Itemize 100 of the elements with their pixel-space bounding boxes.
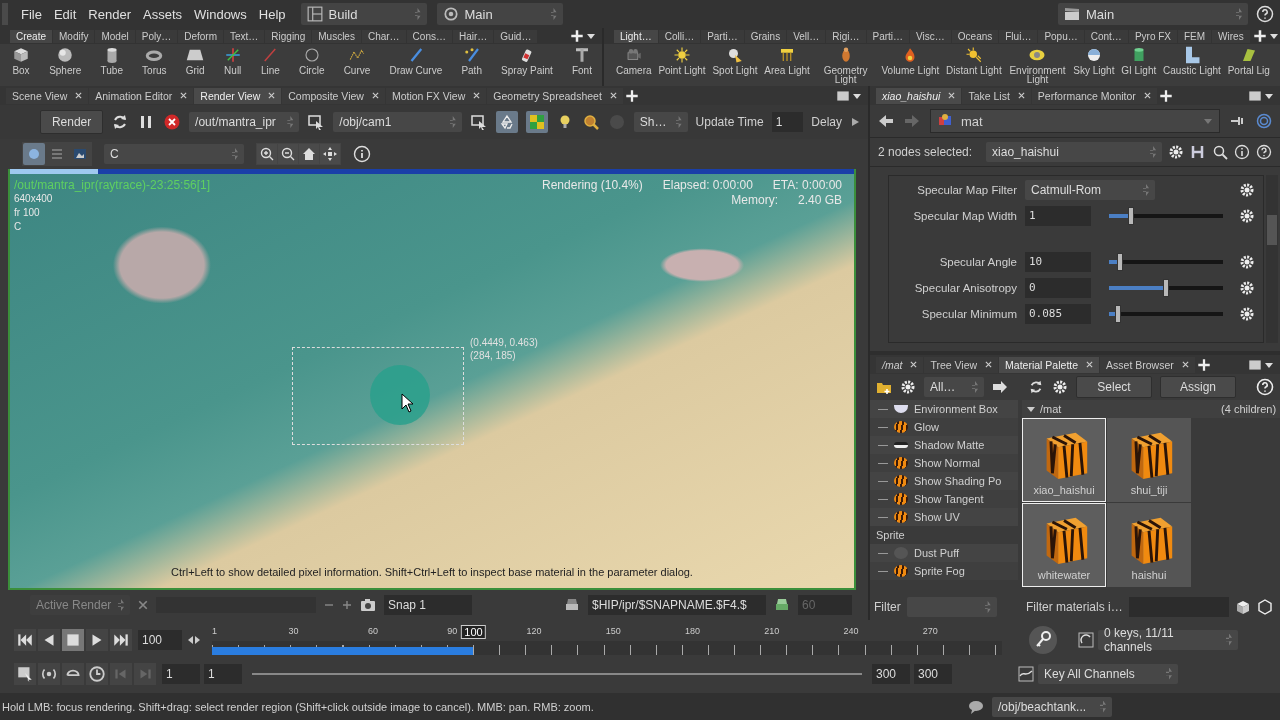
close-icon[interactable] bbox=[1143, 92, 1151, 99]
save-image-icon[interactable] bbox=[774, 597, 790, 613]
keys-dropdown[interactable]: 0 keys, 11/11 channels bbox=[1098, 629, 1238, 650]
driver-dropdown[interactable]: /out/mantra_ipr bbox=[189, 112, 300, 132]
realtime-icon[interactable] bbox=[14, 662, 36, 685]
help-icon[interactable] bbox=[1256, 378, 1275, 396]
scrollbar[interactable] bbox=[1266, 175, 1279, 343]
shading-dropdown[interactable]: Sh… bbox=[633, 112, 688, 132]
shelf-tool[interactable]: GI Light bbox=[1119, 46, 1159, 75]
tree-item[interactable]: Environment Box bbox=[870, 400, 1018, 418]
pane-tab[interactable]: Asset Browser bbox=[1100, 356, 1195, 373]
menu-item[interactable]: Help bbox=[253, 6, 291, 22]
shelf-tab[interactable]: Popu… bbox=[1038, 29, 1084, 43]
shelf-tab[interactable]: Vell… bbox=[787, 29, 826, 43]
pane-tab[interactable]: Tree View bbox=[924, 356, 999, 373]
pane-tab[interactable]: Render View bbox=[194, 87, 282, 104]
refresh-icon[interactable] bbox=[1028, 379, 1044, 395]
material-tile[interactable]: shui_tiji bbox=[1107, 418, 1191, 502]
skip-to-end-icon[interactable] bbox=[110, 628, 132, 651]
gear-icon[interactable] bbox=[1239, 254, 1256, 270]
pane-tab[interactable]: xiao_haishui bbox=[876, 87, 962, 104]
shelf-tool[interactable]: Geometry Light bbox=[814, 46, 877, 84]
desktop-dropdown[interactable]: Build bbox=[300, 3, 427, 25]
camera-dropdown[interactable]: /obj/cam1 bbox=[333, 112, 462, 132]
close-icon[interactable] bbox=[985, 361, 993, 368]
pane-tab[interactable]: /mat bbox=[876, 356, 924, 373]
slider-thumb[interactable] bbox=[1163, 279, 1170, 297]
shelf-tool[interactable]: Portal Lig bbox=[1225, 46, 1272, 75]
close-icon[interactable] bbox=[268, 92, 276, 99]
key-icon[interactable] bbox=[1028, 624, 1058, 655]
menu-item[interactable]: Assets bbox=[138, 6, 187, 22]
close-icon[interactable] bbox=[1017, 92, 1025, 99]
checker-toggle[interactable] bbox=[525, 111, 548, 133]
network-path-field[interactable]: mat bbox=[930, 109, 1221, 133]
shelf-tab[interactable]: Hair… bbox=[452, 29, 494, 43]
shelf-tool[interactable]: Grid bbox=[183, 46, 207, 75]
shelf-tab[interactable]: Muscles bbox=[312, 29, 361, 43]
select-button[interactable]: Select bbox=[1076, 376, 1152, 398]
printer-icon[interactable] bbox=[564, 597, 580, 613]
info-icon[interactable] bbox=[1234, 144, 1251, 160]
shelf-tab[interactable]: Wires bbox=[1212, 29, 1250, 43]
zoom-out-icon[interactable] bbox=[278, 144, 298, 164]
range-end-field[interactable]: 300 bbox=[872, 663, 910, 684]
tree-item[interactable]: Sprite Fog bbox=[870, 562, 1018, 580]
node-path-dropdown[interactable]: /obj/beachtank... bbox=[992, 696, 1112, 717]
pane-tab[interactable]: Composite View bbox=[282, 87, 385, 104]
gear-icon[interactable] bbox=[1168, 144, 1185, 160]
tree-item[interactable]: Dust Puff bbox=[870, 544, 1018, 562]
shelf-tool[interactable]: Caustic Light bbox=[1161, 46, 1223, 75]
tree-item[interactable]: Glow bbox=[870, 418, 1018, 436]
tree-item[interactable]: Show UV bbox=[870, 508, 1018, 526]
current-frame-field[interactable]: 100 bbox=[138, 629, 182, 650]
close-icon[interactable] bbox=[948, 92, 956, 99]
snapshot-path-field[interactable]: $HIP/ipr/$SNAPNAME.$F4.$ bbox=[588, 595, 766, 615]
skip-to-start-icon[interactable] bbox=[14, 628, 36, 651]
material-tile[interactable]: whitewater bbox=[1022, 503, 1106, 587]
info-icon[interactable] bbox=[353, 145, 371, 163]
shelf-tool[interactable]: Path bbox=[459, 46, 484, 75]
render-button[interactable]: Render bbox=[40, 110, 104, 134]
tree-item[interactable]: Show Tangent bbox=[870, 490, 1018, 508]
tree-item[interactable]: Shadow Matte bbox=[870, 436, 1018, 454]
filter-field[interactable] bbox=[906, 597, 997, 617]
play-icon[interactable] bbox=[86, 628, 108, 651]
shelf-tab[interactable]: Char… bbox=[361, 29, 406, 43]
help-icon[interactable] bbox=[1256, 5, 1274, 23]
dropdown-arrow-icon[interactable] bbox=[1268, 31, 1279, 41]
snapshot-name-field[interactable]: Snap 1 bbox=[384, 595, 472, 615]
shelf-tab[interactable]: Colli… bbox=[658, 29, 701, 43]
gear-icon[interactable] bbox=[1239, 208, 1256, 224]
cube-icon[interactable] bbox=[1234, 599, 1251, 615]
shelf-tab[interactable]: Modify bbox=[53, 29, 95, 43]
pane-tab[interactable]: Material Palette bbox=[999, 356, 1100, 373]
close-icon[interactable] bbox=[138, 600, 148, 610]
menu-item[interactable]: Windows bbox=[189, 6, 252, 22]
key-channels-dropdown[interactable]: Key All Channels bbox=[1038, 663, 1178, 684]
zoom-in-icon[interactable] bbox=[257, 144, 277, 164]
dropdown-arrow-icon[interactable] bbox=[586, 31, 596, 41]
shelf-tool[interactable]: Area Light bbox=[762, 46, 812, 75]
shelf-tab[interactable]: Light… bbox=[614, 29, 658, 43]
search-icon[interactable] bbox=[1212, 144, 1229, 160]
arrow-right-icon[interactable] bbox=[992, 379, 1008, 395]
shelf-tool[interactable]: Box bbox=[10, 46, 32, 75]
shelf-tab[interactable]: Cont… bbox=[1084, 29, 1128, 43]
home-icon[interactable] bbox=[299, 144, 319, 164]
gear-icon[interactable] bbox=[1239, 280, 1256, 296]
tree-item[interactable]: Show Normal bbox=[870, 454, 1018, 472]
view-dropdown[interactable]: Main bbox=[436, 3, 563, 25]
menu-item[interactable]: Edit bbox=[48, 6, 82, 22]
close-icon[interactable] bbox=[75, 92, 83, 99]
stop-icon[interactable] bbox=[62, 628, 84, 651]
shelf-tab[interactable]: Rigging bbox=[265, 29, 312, 43]
channel-icon[interactable] bbox=[1078, 631, 1094, 648]
tree-item[interactable]: Show Shading Po bbox=[870, 472, 1018, 490]
tree-group-label[interactable]: Sprite bbox=[870, 526, 1018, 544]
step-back-icon[interactable] bbox=[38, 628, 60, 651]
playhead[interactable]: 100 bbox=[461, 624, 486, 639]
shelf-tab[interactable]: Grains bbox=[744, 29, 787, 43]
plus-icon[interactable] bbox=[1157, 87, 1174, 104]
pane-tab[interactable]: Motion FX View bbox=[385, 87, 487, 104]
shelf-tab[interactable]: Parti… bbox=[701, 29, 744, 43]
